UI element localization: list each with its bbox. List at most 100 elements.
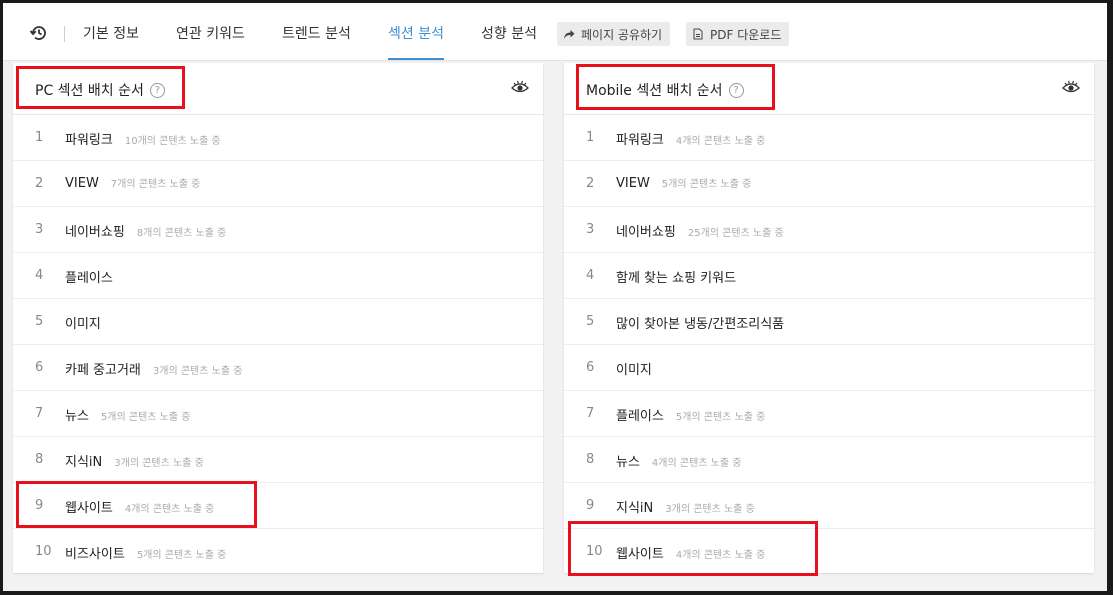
section-name: 뉴스 xyxy=(616,455,640,470)
section-info: 네이버쇼핑 25개의 콘텐츠 노출 중 xyxy=(616,221,784,240)
section-row: 9 웹사이트 4개의 콘텐츠 노출 중 xyxy=(13,483,543,529)
history-icon[interactable] xyxy=(29,23,49,43)
section-rank: 1 xyxy=(586,130,595,145)
app-frame: 기본 정보 연관 키워드 트렌드 분석 섹션 분석 성향 분석 페이지 공유하기… xyxy=(3,3,1107,591)
section-info: VIEW 5개의 콘텐츠 노출 중 xyxy=(616,175,751,191)
section-info: 플레이스 xyxy=(65,267,113,286)
eye-icon[interactable] xyxy=(1062,79,1080,95)
pc-panel-header: PC 섹션 배치 순서 ? xyxy=(13,63,543,115)
section-rank: 6 xyxy=(586,360,595,375)
section-info: 웹사이트 4개의 콘텐츠 노출 중 xyxy=(616,543,765,562)
section-row: 6 이미지 xyxy=(564,345,1094,391)
content-count: 25개의 콘텐츠 노출 중 xyxy=(687,228,784,239)
section-info: 플레이스 5개의 콘텐츠 노출 중 xyxy=(616,405,765,424)
content-count: 3개의 콘텐츠 노출 중 xyxy=(665,504,755,515)
section-name: 플레이스 xyxy=(65,271,113,286)
share-arrow-icon xyxy=(564,30,575,39)
section-rank: 1 xyxy=(35,130,44,145)
content-count: 3개의 콘텐츠 노출 중 xyxy=(152,366,243,377)
content-count: 4개의 콘텐츠 노출 중 xyxy=(651,458,742,469)
section-info: 지식iN 3개의 콘텐츠 노출 중 xyxy=(616,497,755,516)
pc-panel-title-text: PC 섹션 배치 순서 xyxy=(35,83,144,99)
section-row: 2 VIEW 5개의 콘텐츠 노출 중 xyxy=(564,161,1094,207)
tab-section-analysis[interactable]: 섹션 분석 xyxy=(388,23,444,60)
section-row: 10 비즈사이트 5개의 콘텐츠 노출 중 xyxy=(13,529,543,575)
section-name: 이미지 xyxy=(616,363,652,378)
content-count: 10개의 콘텐츠 노출 중 xyxy=(124,136,221,147)
question-icon[interactable]: ? xyxy=(728,82,744,98)
section-row: 6 카페 중고거래 3개의 콘텐츠 노출 중 xyxy=(13,345,543,391)
section-name: 비즈사이트 xyxy=(65,547,125,562)
section-row: 3 네이버쇼핑 8개의 콘텐츠 노출 중 xyxy=(13,207,543,253)
pdf-download-label: PDF 다운로드 xyxy=(710,27,782,42)
section-row: 7 플레이스 5개의 콘텐츠 노출 중 xyxy=(564,391,1094,437)
section-info: 비즈사이트 5개의 콘텐츠 노출 중 xyxy=(65,543,226,562)
pdf-download-button[interactable]: PDF 다운로드 xyxy=(686,22,790,46)
content-count: 5개의 콘텐츠 노출 중 xyxy=(675,412,766,423)
share-page-label: 페이지 공유하기 xyxy=(581,27,663,42)
section-row: 5 이미지 xyxy=(13,299,543,345)
tab-tendency-analysis[interactable]: 성향 분석 xyxy=(481,23,537,60)
pdf-file-icon xyxy=(693,28,703,40)
section-row: 10 웹사이트 4개의 콘텐츠 노출 중 xyxy=(564,529,1094,575)
section-rank: 5 xyxy=(35,314,44,329)
section-rank: 9 xyxy=(586,498,595,513)
share-page-button[interactable]: 페이지 공유하기 xyxy=(557,22,671,46)
mobile-panel-title-text: Mobile 섹션 배치 순서 xyxy=(586,83,723,99)
content-count: 5개의 콘텐츠 노출 중 xyxy=(100,412,191,423)
section-info: 네이버쇼핑 8개의 콘텐츠 노출 중 xyxy=(65,221,226,240)
section-rank: 4 xyxy=(35,268,44,283)
section-rank: 8 xyxy=(586,452,595,467)
section-row: 5 많이 찾아본 냉동/간편조리식품 xyxy=(564,299,1094,345)
section-info: 지식iN 3개의 콘텐츠 노출 중 xyxy=(65,451,204,470)
eye-icon[interactable] xyxy=(511,79,529,95)
section-row: 1 파워링크 10개의 콘텐츠 노출 중 xyxy=(13,115,543,161)
section-rank: 7 xyxy=(586,406,595,421)
section-rank: 8 xyxy=(35,452,44,467)
content-count: 5개의 콘텐츠 노출 중 xyxy=(661,179,752,190)
section-name: VIEW xyxy=(65,176,99,191)
section-row: 7 뉴스 5개의 콘텐츠 노출 중 xyxy=(13,391,543,437)
section-info: 파워링크 4개의 콘텐츠 노출 중 xyxy=(616,129,765,148)
section-rank: 6 xyxy=(35,360,44,375)
section-row: 2 VIEW 7개의 콘텐츠 노출 중 xyxy=(13,161,543,207)
tab-related-keywords[interactable]: 연관 키워드 xyxy=(176,23,245,60)
section-info: 뉴스 4개의 콘텐츠 노출 중 xyxy=(616,451,741,470)
content-count: 5개의 콘텐츠 노출 중 xyxy=(136,550,227,561)
section-info: 많이 찾아본 냉동/간편조리식품 xyxy=(616,313,784,332)
content-count: 4개의 콘텐츠 노출 중 xyxy=(124,504,215,515)
section-name: 카페 중고거래 xyxy=(65,363,141,378)
section-rank: 3 xyxy=(586,222,595,237)
section-info: 뉴스 5개의 콘텐츠 노출 중 xyxy=(65,405,190,424)
section-info: 웹사이트 4개의 콘텐츠 노출 중 xyxy=(65,497,214,516)
section-name: 지식iN xyxy=(616,501,654,516)
mobile-panel-header: Mobile 섹션 배치 순서 ? xyxy=(564,63,1094,115)
section-info: VIEW 7개의 콘텐츠 노출 중 xyxy=(65,175,200,191)
top-navigation: 기본 정보 연관 키워드 트렌드 분석 섹션 분석 성향 분석 페이지 공유하기… xyxy=(3,3,1107,61)
section-info: 이미지 xyxy=(65,313,101,332)
question-icon[interactable]: ? xyxy=(149,82,165,98)
section-name: 웹사이트 xyxy=(616,547,664,562)
section-rank: 7 xyxy=(35,406,44,421)
pc-panel-title: PC 섹션 배치 순서 ? xyxy=(35,80,165,100)
section-name: 이미지 xyxy=(65,317,101,332)
tab-basic-info[interactable]: 기본 정보 xyxy=(83,23,139,60)
section-row: 8 뉴스 4개의 콘텐츠 노출 중 xyxy=(564,437,1094,483)
mobile-panel-title: Mobile 섹션 배치 순서 ? xyxy=(586,80,744,100)
section-rank: 10 xyxy=(586,544,603,559)
section-row: 3 네이버쇼핑 25개의 콘텐츠 노출 중 xyxy=(564,207,1094,253)
section-info: 카페 중고거래 3개의 콘텐츠 노출 중 xyxy=(65,359,242,378)
content-count: 4개의 콘텐츠 노출 중 xyxy=(675,136,766,147)
section-rank: 4 xyxy=(586,268,595,283)
section-name: VIEW xyxy=(616,176,650,191)
section-name: 파워링크 xyxy=(65,133,113,148)
section-name: 뉴스 xyxy=(65,409,89,424)
section-rank: 10 xyxy=(35,544,52,559)
tab-trend-analysis[interactable]: 트렌드 분석 xyxy=(282,23,351,60)
section-name: 네이버쇼핑 xyxy=(65,225,125,240)
section-rank: 3 xyxy=(35,222,44,237)
section-name: 지식iN xyxy=(65,455,103,470)
section-row: 8 지식iN 3개의 콘텐츠 노출 중 xyxy=(13,437,543,483)
section-info: 이미지 xyxy=(616,359,652,378)
content-count: 4개의 콘텐츠 노출 중 xyxy=(675,550,766,561)
